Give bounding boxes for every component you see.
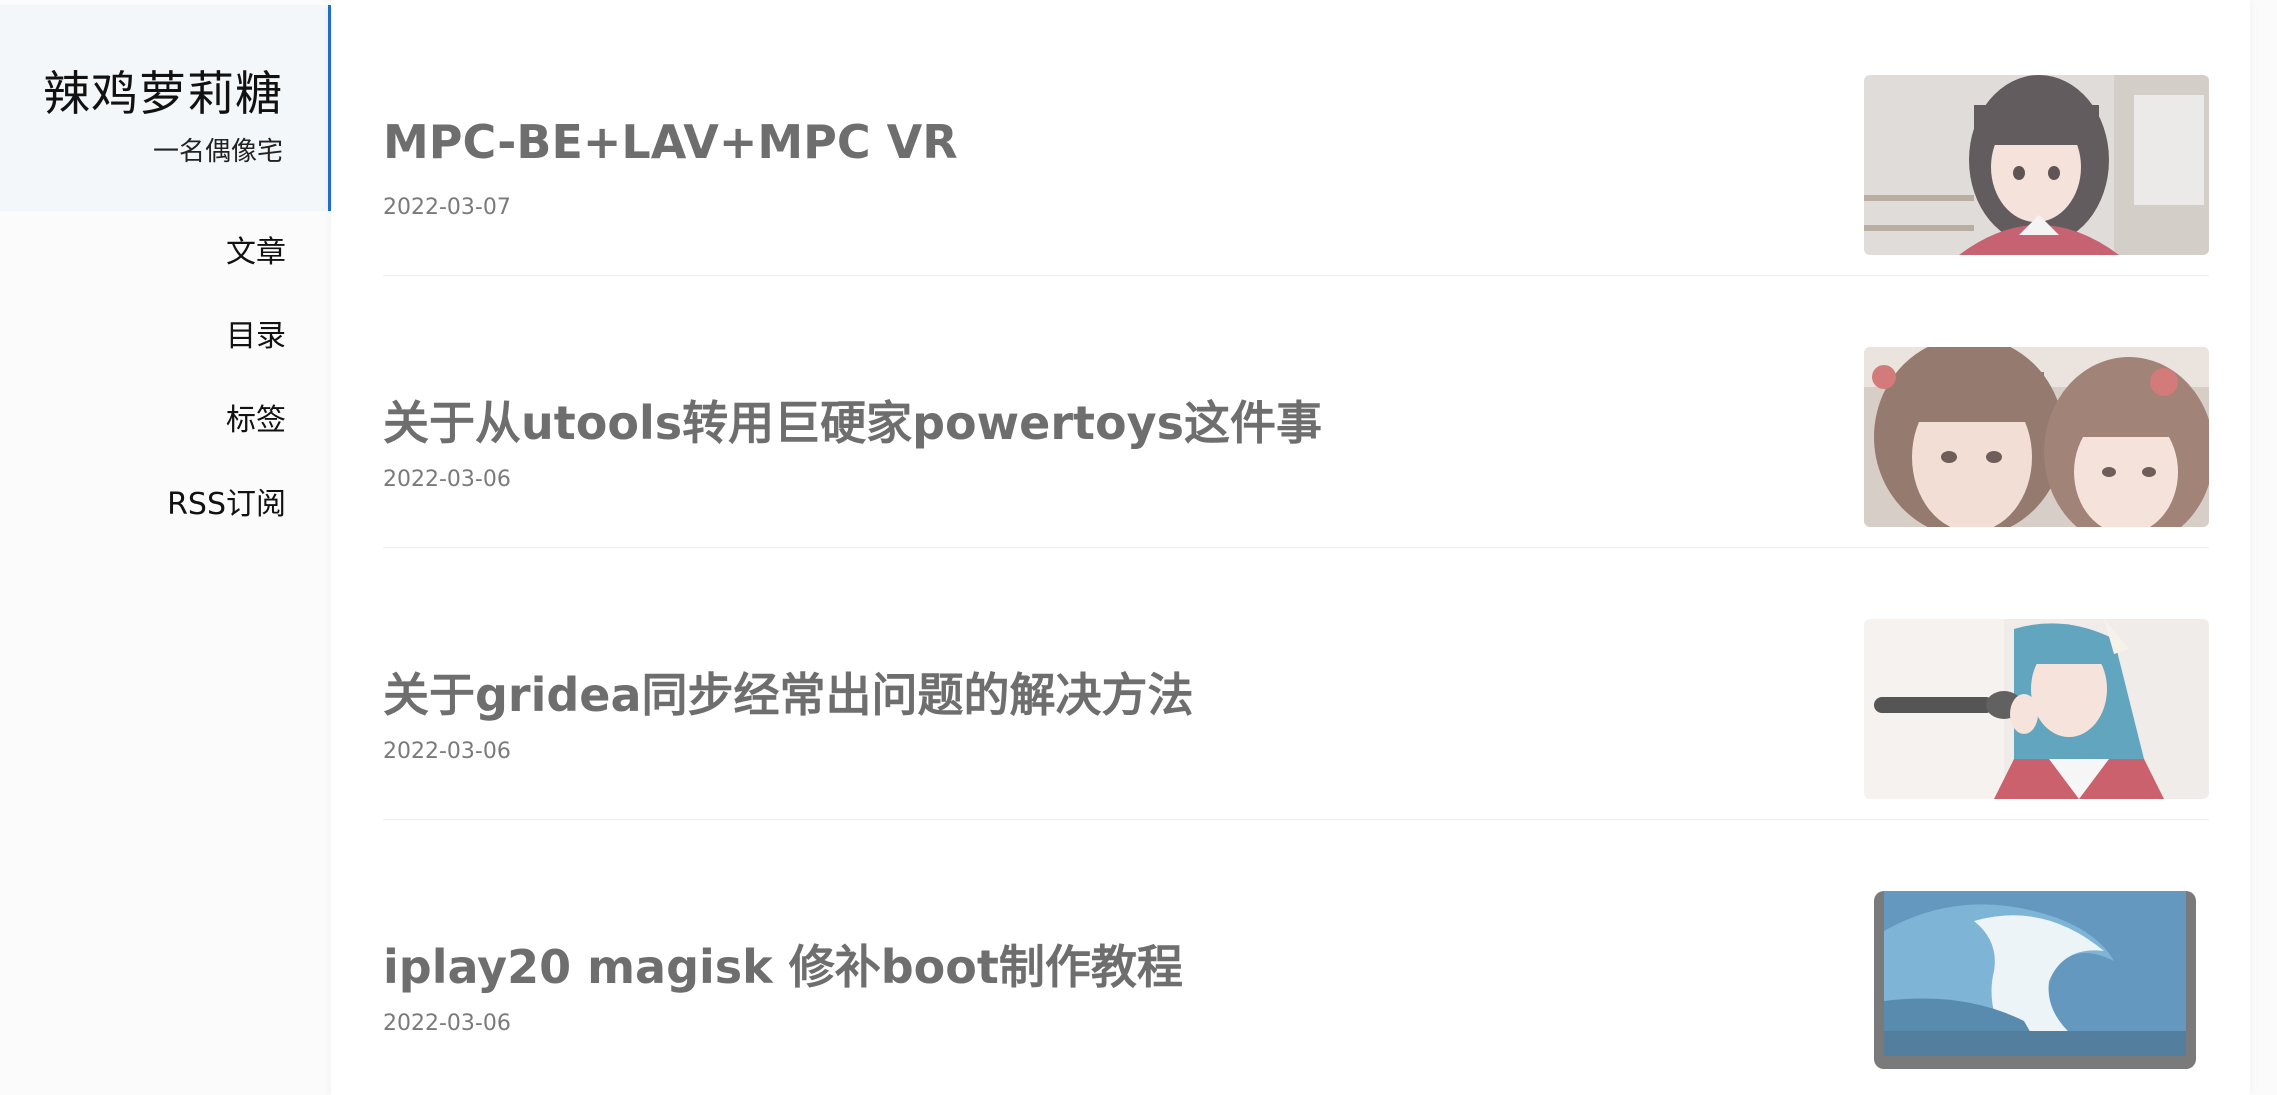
post-divider <box>383 275 2209 276</box>
post-date: 2022-03-06 <box>383 1011 511 1036</box>
page: 辣鸡萝莉糖 一名偶像宅 文章 目录 标签 RSS订阅 MPC-BE+LAV+MP… <box>0 0 2277 1095</box>
photo-tablet-wave-icon <box>1864 891 2209 1071</box>
post-item[interactable]: iplay20 magisk 修补boot制作教程 2022-03-06 <box>383 841 2209 1095</box>
post-title[interactable]: 关于从utools转用巨硬家powertoys这件事 <box>383 387 1322 453</box>
nav-item-articles[interactable]: 文章 <box>0 211 331 295</box>
sidebar-nav: 文章 目录 标签 RSS订阅 <box>0 211 331 547</box>
post-list: MPC-BE+LAV+MPC VR 2022-03-07 关于从utools转用… <box>331 0 2250 1095</box>
brand-header[interactable]: 辣鸡萝莉糖 一名偶像宅 <box>0 5 331 211</box>
post-thumbnail[interactable] <box>1864 619 2209 799</box>
post-item[interactable]: MPC-BE+LAV+MPC VR 2022-03-07 <box>383 25 2209 297</box>
post-date: 2022-03-07 <box>383 195 511 220</box>
post-thumbnail[interactable] <box>1864 347 2209 527</box>
post-divider <box>383 547 2209 548</box>
nav-item-rss[interactable]: RSS订阅 <box>0 463 331 547</box>
photo-girl-twintails-icon <box>1864 75 2209 255</box>
site-subtitle: 一名偶像宅 <box>152 137 283 167</box>
post-title[interactable]: iplay20 magisk 修补boot制作教程 <box>383 931 1183 997</box>
nav-item-tags[interactable]: 标签 <box>0 379 331 463</box>
post-item[interactable]: 关于从utools转用巨硬家powertoys这件事 2022-03-06 <box>383 297 2209 569</box>
photo-two-girls-icon <box>1864 347 2209 527</box>
photo-girl-microphone-icon <box>1864 619 2209 799</box>
nav-item-catalog[interactable]: 目录 <box>0 295 331 379</box>
post-title[interactable]: MPC-BE+LAV+MPC VR <box>383 115 958 169</box>
post-date: 2022-03-06 <box>383 739 511 764</box>
post-divider <box>383 819 2209 820</box>
post-item[interactable]: 关于gridea同步经常出问题的解决方法 2022-03-06 <box>383 569 2209 841</box>
post-date: 2022-03-06 <box>383 467 511 492</box>
post-thumbnail[interactable] <box>1864 75 2209 255</box>
post-title[interactable]: 关于gridea同步经常出问题的解决方法 <box>383 659 1194 725</box>
sidebar: 辣鸡萝莉糖 一名偶像宅 文章 目录 标签 RSS订阅 <box>0 0 331 1095</box>
site-title[interactable]: 辣鸡萝莉糖 <box>43 55 283 124</box>
post-thumbnail[interactable] <box>1864 891 2209 1071</box>
